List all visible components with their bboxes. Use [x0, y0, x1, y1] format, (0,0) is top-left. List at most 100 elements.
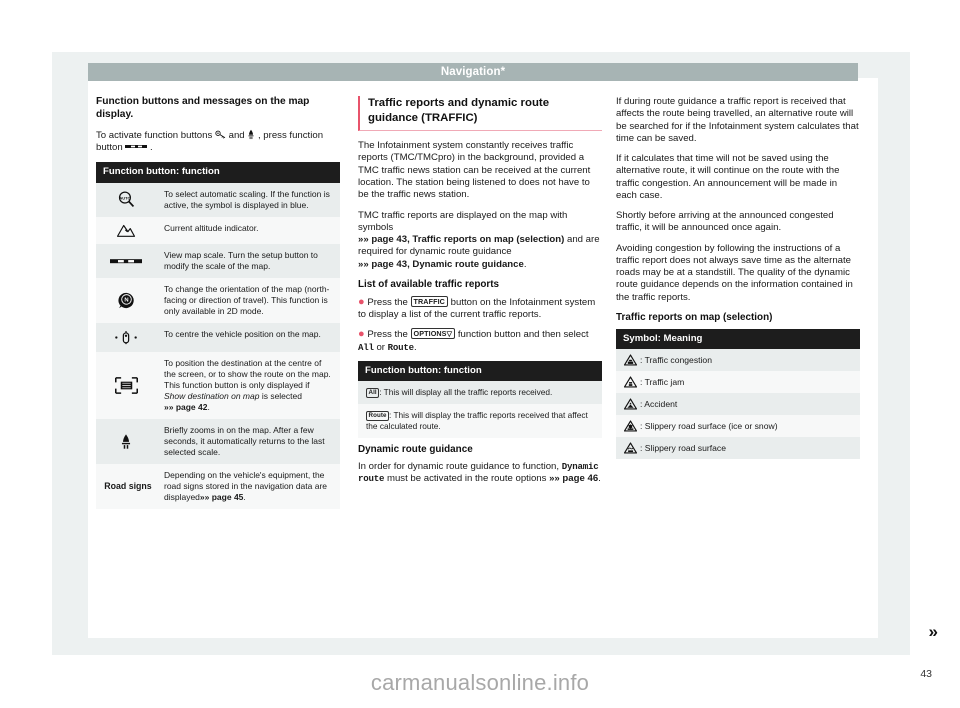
function-button-table-middle: Function button: function All: This will…: [358, 360, 602, 439]
column-middle: Traffic reports and dynamic route guidan…: [358, 96, 602, 494]
table-cell-text: Depending on the vehicle's equipment, th…: [156, 464, 340, 509]
table-row: : Traffic congestion: [616, 349, 860, 372]
road-signs-label-cell: Road signs: [96, 464, 156, 509]
page-reference[interactable]: »» page 42: [164, 402, 207, 412]
table-cell-text: To position the destination at the centr…: [156, 352, 340, 419]
left-section-heading: Function buttons and messages on the map…: [96, 96, 310, 120]
table-cell-text: : Traffic congestion: [640, 355, 712, 366]
running-head: Navigation*: [88, 63, 858, 81]
table-header-middle: Function button: function: [358, 360, 602, 382]
p2-pre: TMC traffic reports are displayed on the…: [358, 209, 568, 233]
b2-end: .: [413, 341, 417, 353]
page-reference[interactable]: »» page 43, Traffic reports on map (sele…: [358, 234, 564, 245]
table-cell-text: View map scale. Turn the setup button to…: [164, 249, 318, 271]
table-cell-text: Briefly zooms in on the map. After a few…: [164, 425, 325, 458]
right-paragraph-4: Avoiding congestion by following the ins…: [616, 242, 853, 303]
table-cell-text: : Traffic jam: [640, 377, 685, 388]
destination-frame-icon: [96, 352, 156, 419]
table-row: AUTO To select automatic scaling. If the…: [96, 182, 340, 217]
table-row: Road signs Depending on the vehicle's eq…: [96, 464, 340, 510]
route-button-key[interactable]: Route: [366, 411, 390, 422]
table-row: : Accident: [616, 393, 860, 416]
left-intro-mid: and: [228, 129, 245, 141]
compass-north-icon: N: [96, 278, 156, 323]
b2-or: or: [376, 341, 385, 353]
option-all[interactable]: All: [358, 342, 374, 353]
table-row: View map scale. Turn the setup button to…: [96, 243, 340, 278]
table-cell-text: Current altitude indicator.: [164, 222, 259, 233]
middle-bullet-1: ● Press the TRAFFIC button on the Infota…: [358, 295, 602, 322]
pd-mid: must be activated in the route options: [384, 473, 550, 485]
table-row: To centre the vehicle position on the ma…: [96, 322, 340, 352]
table-row: : Slippery road surface (ice or snow): [616, 415, 860, 438]
key-icon: [215, 130, 229, 141]
table-row: Current altitude indicator.: [96, 216, 340, 244]
table-row: : Traffic jam: [616, 371, 860, 394]
dest-text-end: .: [207, 402, 210, 413]
right-paragraph-2: If it calculates that time will not be s…: [616, 153, 840, 201]
page-reference[interactable]: »» page 43, Dynamic route guidance: [358, 259, 524, 270]
left-intro-end: .: [150, 141, 153, 153]
table-cell-text: : Accident: [640, 399, 678, 410]
dest-text-post: is selected: [259, 391, 302, 401]
middle-section-title: Traffic reports and dynamic route guidan…: [368, 97, 550, 124]
table-cell-text: : Slippery road surface: [640, 443, 726, 454]
options-button-key[interactable]: OPTIONS▽: [410, 328, 456, 340]
table-row: To position the destination at the centr…: [96, 351, 340, 420]
page-root: Navigation* Function buttons and message…: [0, 0, 960, 708]
right-subheading: Traffic reports on map (selection): [616, 311, 773, 323]
warning-triangle-congestion-icon: [624, 354, 637, 367]
bullet-dot-icon: ●: [358, 328, 365, 341]
zoom-briefly-icon: [96, 419, 156, 464]
zoom-briefly-inline-icon: [247, 129, 258, 141]
right-paragraph-1: If during route guidance a traffic repor…: [616, 96, 859, 144]
dest-text-pre: To position the destination at the centr…: [164, 357, 331, 390]
b1-pre: Press the: [367, 296, 408, 308]
auto-scale-icon: AUTO: [96, 183, 156, 217]
table-header-right: Symbol: Meaning: [616, 328, 860, 350]
map-scale-inline-icon: [125, 142, 150, 153]
column-right: If during route guidance a traffic repor…: [616, 96, 860, 465]
p2-end: .: [523, 258, 527, 270]
traffic-button-key[interactable]: TRAFFIC: [410, 295, 448, 307]
left-intro-paragraph: To activate function buttons and , press…: [96, 129, 340, 155]
column-left: Function buttons and messages on the map…: [96, 96, 340, 515]
page-reference[interactable]: »» page 45: [200, 492, 243, 502]
table-cell-text: To change the orientation of the map (no…: [164, 283, 330, 316]
b2-pre: Press the: [367, 329, 408, 341]
middle-subheading-dynamic: Dynamic route guidance: [358, 444, 473, 456]
bullet-dot-icon: ●: [358, 295, 365, 308]
middle-subheading-list: List of available traffic reports: [358, 278, 500, 290]
table-cell-text: : This will display the traffic reports …: [366, 410, 588, 432]
altitude-mountain-icon: [96, 217, 156, 244]
middle-paragraph-2: TMC traffic reports are displayed on the…: [358, 210, 602, 271]
middle-paragraph-1: The Infotainment system constantly recei…: [358, 140, 591, 201]
table-row: All: This will display all the traffic r…: [358, 381, 602, 405]
table-row: Briefly zooms in on the map. After a few…: [96, 419, 340, 465]
map-scale-bar-icon: [96, 244, 156, 278]
page-reference[interactable]: »» page 46: [549, 473, 598, 484]
table-row: N To change the orientation of the map (…: [96, 277, 340, 323]
function-button-table-left: Function button: function AUTO To select…: [96, 162, 340, 510]
option-route[interactable]: Route: [388, 342, 414, 353]
table-row: : Slippery road surface: [616, 437, 860, 460]
warning-triangle-ice-icon: [624, 420, 637, 433]
middle-title-box: Traffic reports and dynamic route guidan…: [358, 96, 602, 132]
middle-paragraph-dynamic: In order for dynamic route guidance to f…: [358, 461, 602, 486]
table-row: Route: This will display the traffic rep…: [358, 404, 602, 439]
symbol-meaning-table: Symbol: Meaning : Traffic congestion: T…: [616, 328, 860, 460]
roadsigns-text-end: .: [243, 492, 246, 503]
pd-end: .: [598, 473, 601, 485]
svg-text:N: N: [124, 297, 128, 303]
road-signs-label: Road signs: [104, 481, 152, 492]
table-cell-text: To centre the vehicle position on the ma…: [164, 328, 321, 339]
centre-vehicle-icon: [96, 323, 156, 352]
page-turn-arrow-icon[interactable]: »: [929, 622, 939, 642]
all-button-key[interactable]: All: [366, 388, 380, 399]
table-cell-text: To select automatic scaling. If the func…: [164, 188, 330, 210]
svg-text:AUTO: AUTO: [119, 196, 130, 201]
watermark: carmanualsonline.info: [370, 670, 590, 695]
b2-mid: function button and then select: [457, 329, 589, 341]
pd-pre: In order for dynamic route guidance to f…: [358, 461, 562, 473]
table-cell-text: : Slippery road surface (ice or snow): [640, 421, 778, 432]
